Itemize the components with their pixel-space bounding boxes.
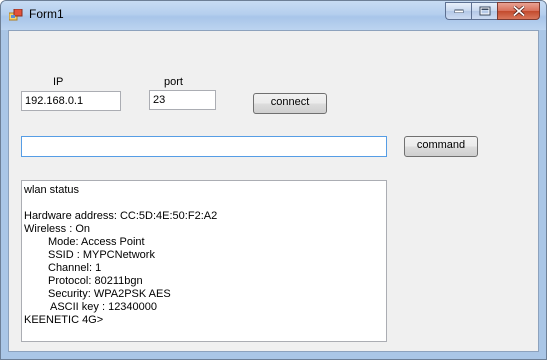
- output-line: Mode: Access Point: [48, 236, 145, 248]
- caption-buttons: [445, 2, 540, 21]
- app-icon: [9, 9, 23, 21]
- connect-button[interactable]: connect: [253, 93, 327, 114]
- client-area: IP port connect command wlan status Hard…: [8, 30, 539, 352]
- minimize-button[interactable]: [445, 2, 471, 20]
- output-line: SSID : MYPCNetwork: [48, 249, 155, 261]
- output-line: Wireless : On: [24, 223, 91, 235]
- command-button[interactable]: command: [404, 136, 478, 157]
- output-line: Protocol: 80211bgn: [48, 275, 143, 287]
- maximize-icon: [479, 6, 490, 16]
- output-line: KEENETIC 4G>: [24, 314, 104, 326]
- main-window: Form1 IP 192.168.0.1 port 23 connect com…: [0, 0, 547, 360]
- command-input[interactable]: [21, 136, 387, 157]
- output-line: ASCII key : 12340000: [50, 301, 158, 313]
- ip-input[interactable]: [21, 91, 121, 111]
- output-textarea[interactable]: wlan status Hardware address: CC:5D:4E:5…: [21, 180, 387, 342]
- port-input[interactable]: [149, 90, 216, 110]
- minimize-icon: [454, 9, 463, 13]
- output-line: Hardware address: CC:5D:4E:50:F2:A2: [24, 210, 218, 222]
- output-line: Channel: 1: [48, 262, 102, 274]
- window-title: Form1: [29, 7, 64, 21]
- ip-label: IP: [53, 76, 64, 88]
- output-line: Security: WPA2PSK AES: [48, 288, 171, 300]
- title-bar[interactable]: Form1: [1, 1, 546, 30]
- port-label: port: [164, 76, 183, 88]
- close-icon: [513, 6, 524, 16]
- output-line: wlan status: [24, 184, 80, 196]
- close-button[interactable]: [497, 2, 540, 20]
- maximize-button[interactable]: [471, 2, 497, 20]
